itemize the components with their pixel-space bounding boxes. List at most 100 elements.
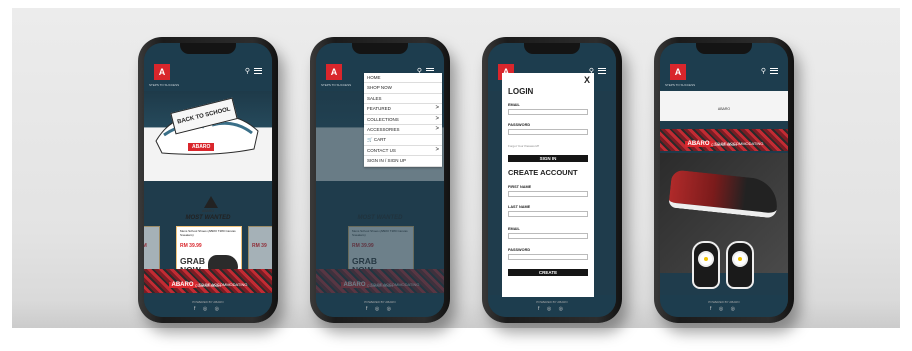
sign-in-button[interactable]: SIGN IN bbox=[508, 155, 588, 162]
promo-banner[interactable]: ABARO TO BE ACCOMMODATING COMING SOON bbox=[660, 129, 788, 151]
menu-item-accessories[interactable]: ACCESSORIES > bbox=[364, 125, 442, 136]
menu-label: COLLECTIONS bbox=[367, 116, 399, 122]
footer-text: POWERED BY ABARO bbox=[708, 300, 740, 304]
footer-text: POWERED BY ABARO bbox=[536, 300, 568, 304]
notch bbox=[352, 43, 408, 54]
hero-brand-tag: ABARO bbox=[188, 143, 215, 151]
app-footer: POWERED BY ABARO f ◎ ◎ bbox=[316, 295, 444, 317]
signup-email-field[interactable] bbox=[508, 233, 588, 239]
product-price: RM bbox=[144, 243, 147, 249]
signup-password-label: PASSWORD bbox=[508, 248, 531, 252]
notch bbox=[524, 43, 580, 54]
promo-banner[interactable]: ABARO TO BE ACCOMMODATING COMING SOON bbox=[144, 269, 272, 293]
brand-banner bbox=[660, 91, 788, 121]
tagline: STEPS TO SUCCESS bbox=[149, 83, 180, 87]
menu-item-sign-in[interactable]: SIGN IN / SIGN UP bbox=[364, 156, 442, 167]
last-name-field[interactable] bbox=[508, 211, 588, 217]
create-account-title: CREATE ACCOUNT bbox=[508, 168, 578, 177]
notch bbox=[180, 43, 236, 54]
promo-sub: COMING SOON bbox=[367, 284, 393, 288]
footer-text: POWERED BY ABARO bbox=[364, 300, 396, 304]
nav-menu: HOME SHOP NOW SALES FEATURED > COLLECTION… bbox=[364, 73, 442, 167]
close-icon[interactable]: X bbox=[584, 75, 590, 85]
notch bbox=[696, 43, 752, 54]
phone-gallery: A STEPS TO SUCCESS ⚲ ABARO ABARO TO BE AC… bbox=[654, 37, 794, 323]
app-footer: POWERED BY ABARO f ◎ ◎ bbox=[660, 295, 788, 317]
section-title: MOST WANTED bbox=[185, 215, 231, 221]
login-modal: X LOGIN EMAIL PASSWORD Forgot Your Passw… bbox=[502, 73, 594, 297]
screen-gallery: A STEPS TO SUCCESS ⚲ ABARO ABARO TO BE AC… bbox=[660, 43, 788, 317]
daisy-icon bbox=[700, 253, 712, 265]
daisy-icon bbox=[734, 253, 746, 265]
menu-label: 🛒 CART bbox=[367, 137, 387, 143]
hamburger-icon[interactable] bbox=[770, 68, 778, 74]
social-icons[interactable]: f ◎ ◎ bbox=[144, 306, 272, 312]
product-price: RM 39.99 bbox=[352, 243, 374, 249]
logo-letter: A bbox=[158, 66, 166, 77]
email-field[interactable] bbox=[508, 109, 588, 115]
tagline: STEPS TO SUCCESS bbox=[665, 83, 696, 87]
signup-password-field[interactable] bbox=[508, 254, 588, 260]
logo-letter: A bbox=[674, 66, 682, 77]
phone-login: A ⚲ X LOGIN EMAIL PASSWORD Forgot Your P… bbox=[482, 37, 622, 323]
product-price: RM 39 bbox=[252, 243, 267, 249]
product-title: Mens School Shoes (ABRO T280 Canvas Snea… bbox=[352, 229, 408, 237]
menu-label: CONTACT US bbox=[367, 147, 396, 153]
forgot-password-link[interactable]: Forgot Your Password? bbox=[508, 144, 539, 148]
create-button[interactable]: CREATE bbox=[508, 269, 588, 276]
brand-word: ABARO bbox=[201, 209, 215, 213]
menu-label: SALES bbox=[367, 95, 382, 101]
menu-item-sales[interactable]: SALES bbox=[364, 94, 442, 105]
chevron-right-icon: > bbox=[435, 105, 439, 112]
menu-item-featured[interactable]: FEATURED > bbox=[364, 104, 442, 115]
last-name-label: LAST NAME bbox=[508, 205, 531, 209]
chevron-right-icon: > bbox=[435, 115, 439, 122]
promo-sub: COMING SOON bbox=[195, 284, 221, 288]
social-icons[interactable]: f ◎ ◎ bbox=[488, 306, 616, 312]
hamburger-icon[interactable] bbox=[598, 68, 606, 74]
tagline: STEPS TO SUCCESS bbox=[321, 83, 352, 87]
menu-label: FEATURED bbox=[367, 106, 391, 112]
promo-sub: COMING SOON bbox=[711, 143, 737, 147]
app-footer: POWERED BY ABARO f ◎ ◎ bbox=[144, 295, 272, 317]
hamburger-icon[interactable] bbox=[254, 68, 262, 74]
search-icon[interactable]: ⚲ bbox=[761, 68, 766, 75]
menu-item-home[interactable]: HOME bbox=[364, 73, 442, 84]
first-name-field[interactable] bbox=[508, 191, 588, 197]
menu-label: HOME bbox=[367, 75, 381, 80]
login-title: LOGIN bbox=[508, 87, 534, 96]
password-field[interactable] bbox=[508, 129, 588, 135]
first-name-label: FIRST NAME bbox=[508, 185, 532, 189]
screen-login: A ⚲ X LOGIN EMAIL PASSWORD Forgot Your P… bbox=[488, 43, 616, 317]
menu-label: SHOP NOW bbox=[367, 85, 392, 91]
brand-logo[interactable]: A bbox=[326, 64, 342, 80]
footer-text: POWERED BY ABARO bbox=[192, 300, 224, 304]
chevron-right-icon: > bbox=[435, 146, 439, 153]
brand-mark-icon bbox=[204, 196, 218, 208]
password-label: PASSWORD bbox=[508, 123, 531, 127]
product-title: Mens School Shoes (ABRO T280 Canvas Snea… bbox=[180, 229, 236, 237]
brand-word: ABARO bbox=[717, 107, 731, 111]
app-footer: POWERED BY ABARO f ◎ ◎ bbox=[488, 295, 616, 317]
menu-item-contact-us[interactable]: CONTACT US > bbox=[364, 146, 442, 157]
screen-home: A STEPS TO SUCCESS ⚲ BACK TO SCHOOL ABAR… bbox=[144, 43, 272, 317]
product-price: RM 39.99 bbox=[180, 243, 202, 249]
promo-banner: ABARO TO BE ACCOMMODATING COMING SOON bbox=[316, 269, 444, 293]
social-icons[interactable]: f ◎ ◎ bbox=[316, 306, 444, 312]
brand-logo[interactable]: A bbox=[670, 64, 686, 80]
gallery-shoe-left[interactable] bbox=[692, 241, 720, 289]
brand-logo[interactable]: A bbox=[154, 64, 170, 80]
social-icons[interactable]: f ◎ ◎ bbox=[660, 306, 788, 312]
signup-email-label: EMAIL bbox=[508, 227, 520, 231]
menu-label: ACCESSORIES bbox=[367, 126, 400, 132]
menu-item-collections[interactable]: COLLECTIONS > bbox=[364, 115, 442, 125]
menu-label: SIGN IN / SIGN UP bbox=[367, 158, 407, 164]
logo-letter: A bbox=[330, 66, 338, 77]
search-icon[interactable]: ⚲ bbox=[245, 68, 250, 75]
chevron-right-icon: > bbox=[435, 125, 439, 132]
menu-item-shop-now[interactable]: SHOP NOW bbox=[364, 83, 442, 94]
phone-home: A STEPS TO SUCCESS ⚲ BACK TO SCHOOL ABAR… bbox=[138, 37, 278, 323]
section-title: MOST WANTED bbox=[357, 215, 403, 221]
menu-item-cart[interactable]: 🛒 CART bbox=[364, 135, 442, 146]
gallery-shoe-right[interactable] bbox=[726, 241, 754, 289]
